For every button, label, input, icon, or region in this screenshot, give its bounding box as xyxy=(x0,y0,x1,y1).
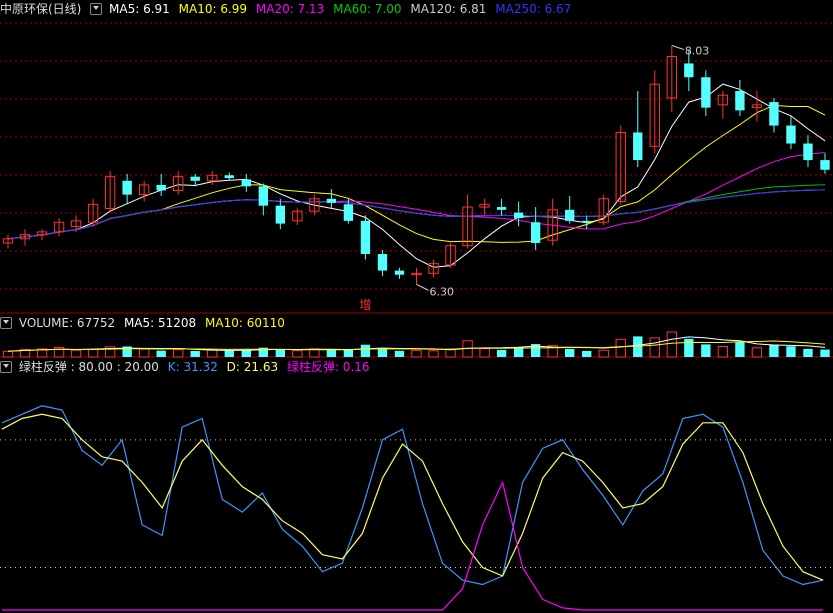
candle-body xyxy=(633,132,643,161)
volume-bar xyxy=(326,349,337,357)
volume-bar xyxy=(582,350,592,357)
candle-body xyxy=(684,63,694,78)
candle-body xyxy=(582,220,592,223)
volume-bar xyxy=(87,348,99,358)
ma250-line xyxy=(7,189,826,240)
candle-body xyxy=(803,143,813,161)
volume-bar xyxy=(565,348,575,357)
volume-bar xyxy=(786,346,796,357)
candle-body xyxy=(275,205,286,224)
volume-bar xyxy=(70,349,82,358)
volume-bar xyxy=(820,349,830,357)
volume-bar xyxy=(735,341,745,357)
candle-body xyxy=(394,270,405,275)
volume-bar xyxy=(360,344,371,357)
volume-bar xyxy=(615,338,626,358)
volume-bar xyxy=(717,345,729,358)
green-column-line xyxy=(2,480,823,611)
candle-body xyxy=(377,254,388,271)
volume-bar xyxy=(224,350,234,357)
volume-bar xyxy=(513,347,524,357)
d-line xyxy=(1,413,824,581)
volume-bar xyxy=(496,349,507,357)
volume-bar xyxy=(343,349,354,357)
volume-bar xyxy=(173,349,184,358)
volume-bar xyxy=(241,349,251,357)
candle-body xyxy=(241,179,251,187)
candle-body xyxy=(224,175,234,179)
volume-bar xyxy=(207,349,218,358)
volume-bar xyxy=(598,349,609,358)
high-price-label: 8.03 xyxy=(685,44,710,57)
candle-body xyxy=(820,160,830,170)
candle-body xyxy=(156,184,166,191)
volume-bar xyxy=(428,350,439,358)
volume-bar xyxy=(275,349,286,357)
volume-bar xyxy=(684,338,694,357)
candle-body xyxy=(513,212,524,219)
volume-bar xyxy=(803,348,813,357)
candle-body xyxy=(343,204,354,221)
volume-bar xyxy=(411,349,422,358)
low-price-label: 6.30 xyxy=(430,285,455,298)
candle-body xyxy=(735,91,745,111)
volume-bar xyxy=(292,350,303,358)
candle-body xyxy=(360,220,371,254)
candle-body xyxy=(786,125,796,144)
candle-body xyxy=(496,207,507,210)
candle-body xyxy=(701,77,711,108)
candle-body xyxy=(769,102,779,126)
candle-body xyxy=(530,222,541,243)
stock-chart[interactable]: 8.036.30增财港 xyxy=(0,0,833,613)
candle-body xyxy=(190,176,200,181)
event-marker: 增 xyxy=(359,298,371,312)
candle-body xyxy=(565,209,575,221)
low-pointer xyxy=(416,283,429,291)
k-line xyxy=(1,405,824,586)
volume-bar xyxy=(479,348,490,358)
volume-bar xyxy=(701,344,711,357)
volume-bar xyxy=(769,344,779,357)
volume-bar xyxy=(2,350,14,358)
volume-bar xyxy=(156,350,166,357)
candle-body xyxy=(326,198,337,203)
volume-bar xyxy=(751,347,763,358)
volume-bar xyxy=(138,348,150,358)
volume-bar xyxy=(394,350,405,357)
ma5-line xyxy=(7,83,826,268)
ma10-line xyxy=(7,104,826,243)
volume-bar xyxy=(649,337,660,358)
volume-bar xyxy=(53,346,65,358)
high-pointer xyxy=(671,45,684,50)
volume-bar xyxy=(190,350,200,357)
volume-bar xyxy=(666,331,677,358)
ma20-line xyxy=(7,152,826,240)
candle-body xyxy=(122,180,132,195)
candle-body xyxy=(258,186,268,206)
